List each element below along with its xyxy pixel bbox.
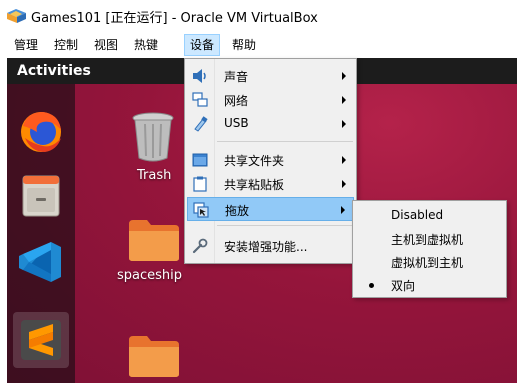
menu-view[interactable]: 视图	[88, 34, 124, 56]
submenu-item-label: 双向	[391, 279, 416, 293]
devices-menu: 声音 网络 USB 共享文件夹 共享粘贴板 拖放 安装增强功能...	[184, 58, 357, 264]
firefox-icon	[21, 112, 61, 152]
vscode-icon	[19, 242, 61, 282]
trash-icon[interactable]	[129, 110, 177, 162]
menu-item-shared-folders[interactable]: 共享文件夹	[187, 148, 354, 172]
dock-files[interactable]	[13, 168, 69, 224]
activities-button[interactable]: Activities	[17, 63, 91, 79]
folder-icon[interactable]	[127, 218, 181, 262]
menu-help[interactable]: 帮助	[226, 34, 262, 56]
clipboard-icon	[193, 176, 207, 192]
submenu-arrow-icon	[342, 72, 346, 80]
menu-item-shared-clipboard[interactable]: 共享粘贴板	[187, 172, 354, 196]
menu-item-usb[interactable]: USB	[187, 112, 354, 136]
drag-and-drop-submenu: Disabled 主机到虚拟机 虚拟机到主机 双向	[352, 200, 507, 298]
wrench-icon	[192, 238, 208, 254]
menu-item-label: 共享文件夹	[224, 154, 285, 168]
submenu-arrow-icon	[342, 96, 346, 104]
menu-item-drag-and-drop[interactable]: 拖放	[187, 197, 354, 221]
menu-devices[interactable]: 设备	[184, 34, 221, 56]
menu-item-audio[interactable]: 声音	[187, 64, 354, 88]
usb-icon	[194, 116, 208, 132]
submenu-arrow-icon	[342, 120, 346, 128]
menu-item-label: 网络	[224, 94, 249, 108]
window-title: Games101 [正在运行] - Oracle VM VirtualBox	[31, 11, 318, 26]
menu-manage[interactable]: 管理	[8, 34, 44, 56]
submenu-item-host-to-guest[interactable]: 主机到虚拟机	[355, 228, 504, 251]
network-icon	[192, 92, 208, 107]
menu-bar: 管理 控制 视图 热键 设备 帮助	[0, 34, 517, 58]
drag-drop-icon	[193, 202, 209, 218]
shared-folder-icon	[192, 153, 208, 167]
folder-icon[interactable]	[127, 334, 181, 378]
menu-hotkeys[interactable]: 热键	[128, 34, 164, 56]
sublime-icon	[21, 320, 61, 360]
submenu-arrow-icon	[342, 180, 346, 188]
menu-item-label: 安装增强功能...	[224, 240, 308, 254]
window-titlebar: Games101 [正在运行] - Oracle VM VirtualBox	[0, 0, 517, 30]
menu-separator	[217, 225, 353, 226]
submenu-item-label: 虚拟机到主机	[391, 256, 464, 270]
submenu-arrow-icon	[342, 156, 346, 164]
submenu-item-disabled[interactable]: Disabled	[355, 205, 504, 228]
selected-radio-icon	[369, 283, 374, 288]
menu-item-label: 拖放	[225, 204, 250, 218]
submenu-item-label: Disabled	[391, 208, 444, 222]
menu-separator	[217, 141, 353, 142]
speaker-icon	[193, 69, 206, 83]
folder-label: spaceship	[117, 268, 183, 283]
menu-item-label: 声音	[224, 70, 249, 84]
submenu-item-guest-to-host[interactable]: 虚拟机到主机	[355, 251, 504, 274]
submenu-item-label: 主机到虚拟机	[391, 233, 464, 247]
ubuntu-dock	[7, 84, 75, 383]
dock-sublime-text[interactable]	[13, 312, 69, 368]
menu-control[interactable]: 控制	[48, 34, 84, 56]
menu-item-label: USB	[224, 116, 249, 130]
trash-label: Trash	[137, 168, 172, 183]
submenu-arrow-icon	[341, 206, 345, 214]
dock-vscode[interactable]	[13, 234, 69, 290]
file-cabinet-icon	[22, 175, 60, 217]
menu-item-install-guest-additions[interactable]: 安装增强功能...	[187, 234, 354, 258]
menu-item-network[interactable]: 网络	[187, 88, 354, 112]
virtualbox-logo-icon	[7, 9, 26, 23]
dock-firefox[interactable]	[13, 104, 69, 160]
menu-item-label: 共享粘贴板	[224, 178, 285, 192]
submenu-item-bidirectional[interactable]: 双向	[355, 274, 504, 297]
